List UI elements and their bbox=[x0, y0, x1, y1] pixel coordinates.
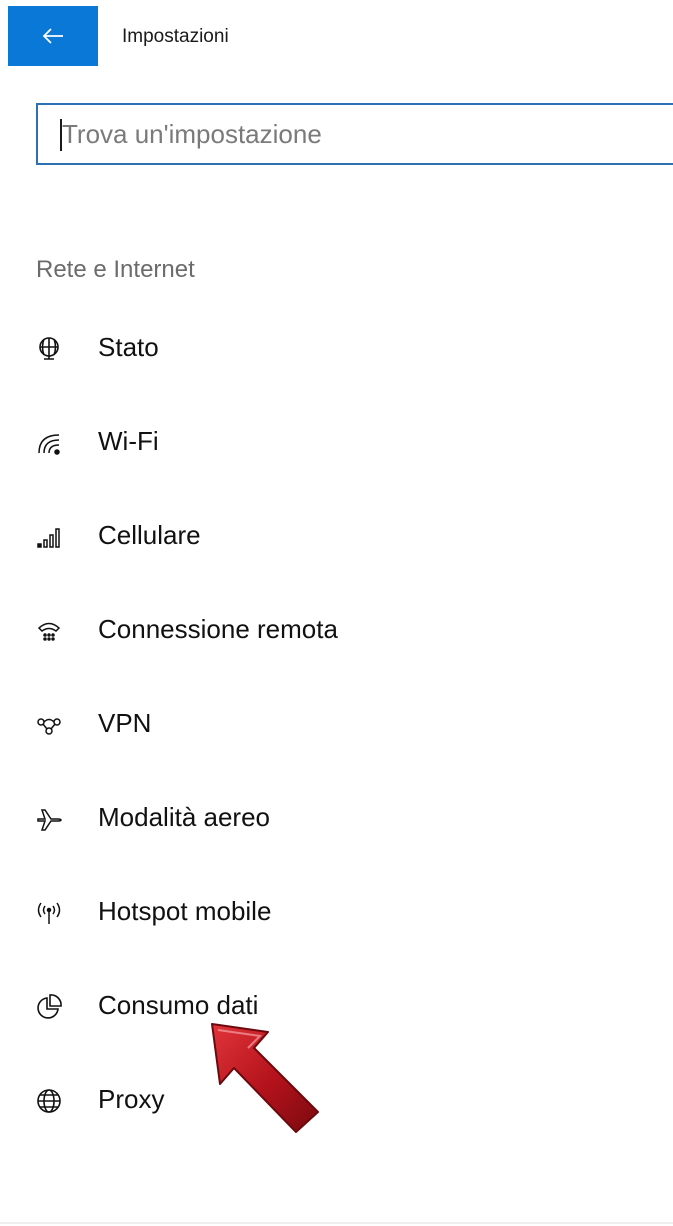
nav-item-vpn[interactable]: VPN bbox=[0, 678, 673, 772]
nav-item-connessione-remota[interactable]: Connessione remota bbox=[0, 584, 673, 678]
search-box[interactable] bbox=[36, 103, 673, 165]
dial-up-phone-icon bbox=[34, 616, 64, 646]
section-title: Rete e Internet bbox=[36, 256, 195, 283]
nav-item-cellulare[interactable]: Cellulare bbox=[0, 490, 673, 584]
arrow-left-icon bbox=[42, 28, 63, 44]
wifi-icon bbox=[34, 428, 64, 458]
nav-item-label: VPN bbox=[98, 708, 152, 738]
globe-icon bbox=[34, 1086, 64, 1116]
network-status-icon bbox=[34, 334, 64, 364]
divider bbox=[0, 1222, 673, 1224]
title-bar: Impostazioni bbox=[0, 0, 673, 68]
vpn-icon bbox=[34, 710, 64, 740]
red-pointer-arrow-icon bbox=[211, 1023, 319, 1133]
nav-item-label: Connessione remota bbox=[98, 614, 338, 644]
nav-item-label: Hotspot mobile bbox=[98, 896, 272, 926]
nav-item-hotspot-mobile[interactable]: Hotspot mobile bbox=[0, 866, 673, 960]
nav-item-modalita-aereo[interactable]: Modalità aereo bbox=[0, 772, 673, 866]
nav-item-label: Consumo dati bbox=[98, 990, 259, 1020]
nav-item-label: Proxy bbox=[98, 1084, 165, 1114]
cellular-signal-icon bbox=[34, 522, 64, 552]
search-input[interactable] bbox=[38, 105, 673, 163]
nav-item-label: Stato bbox=[98, 332, 159, 362]
nav-item-stato[interactable]: Stato bbox=[0, 302, 673, 396]
text-caret bbox=[60, 119, 62, 151]
app-title: Impostazioni bbox=[122, 26, 229, 47]
nav-item-wifi[interactable]: Wi-Fi bbox=[0, 396, 673, 490]
data-usage-pie-icon bbox=[34, 992, 64, 1022]
nav-item-label: Cellulare bbox=[98, 520, 201, 550]
back-button[interactable] bbox=[8, 6, 98, 66]
hotspot-icon bbox=[34, 898, 64, 928]
airplane-icon bbox=[34, 804, 64, 834]
nav-item-label: Wi-Fi bbox=[98, 426, 159, 456]
nav-item-label: Modalità aereo bbox=[98, 802, 270, 832]
